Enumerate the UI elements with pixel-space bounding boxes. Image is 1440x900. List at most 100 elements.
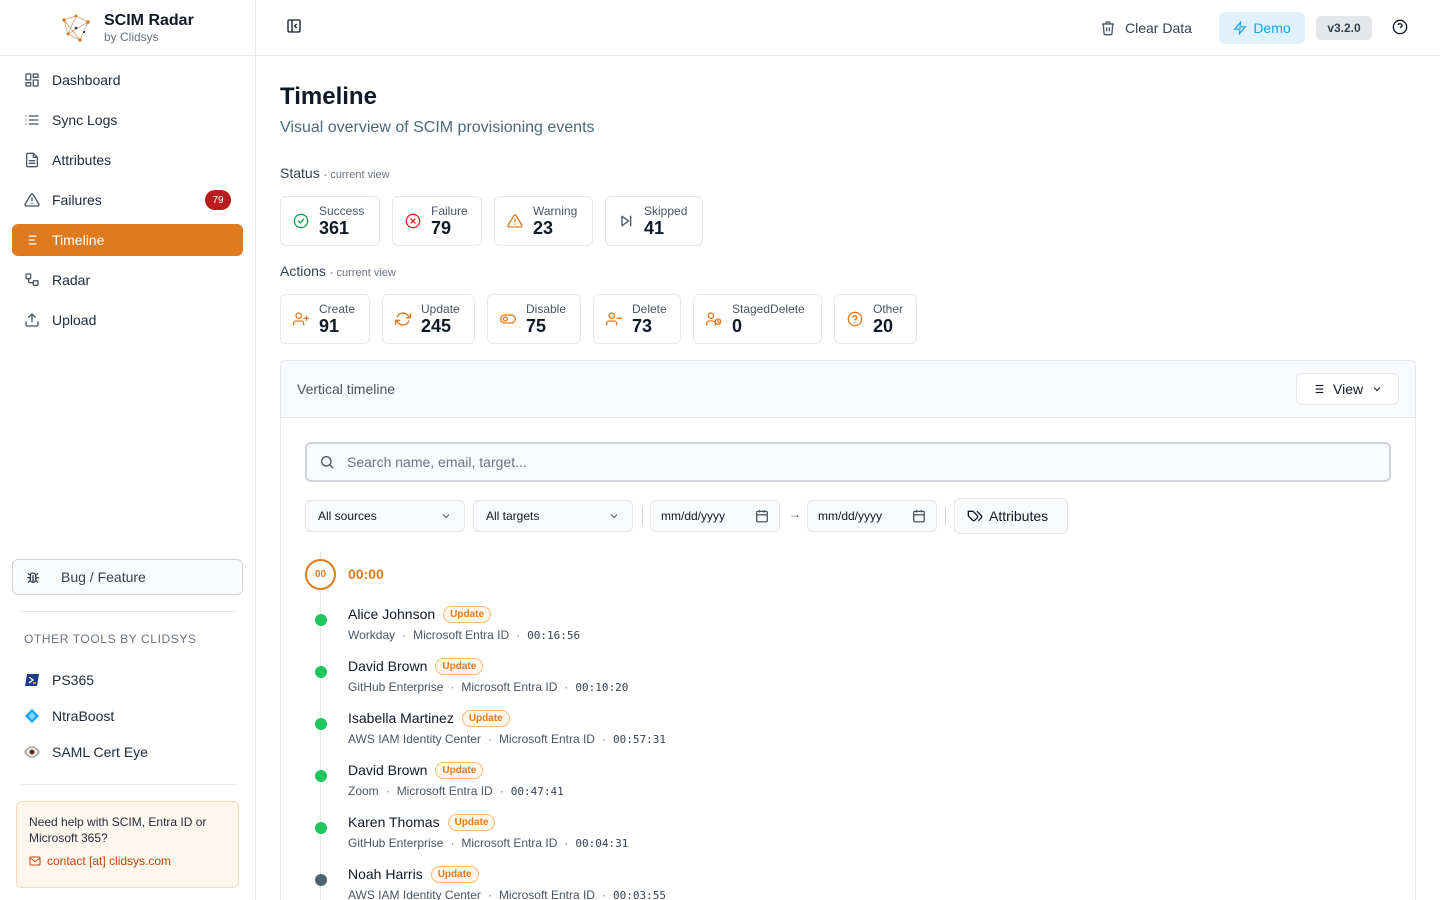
- chevron-down-icon: [442, 514, 450, 519]
- brand[interactable]: SCIM Radar by Clidsys: [0, 0, 255, 56]
- bug-feature-label: Bug / Feature: [61, 569, 146, 585]
- clear-data-button[interactable]: Clear Data: [1100, 16, 1192, 40]
- tool-link-ps365[interactable]: PS365: [24, 669, 94, 691]
- sidebar-item-dashboard[interactable]: Dashboard: [12, 64, 243, 96]
- sidebar-toggle-button[interactable]: [286, 18, 306, 38]
- chevron-down-icon: [610, 514, 618, 519]
- view-menu-button[interactable]: View: [1296, 373, 1399, 405]
- action-card-update[interactable]: Update 245: [382, 294, 475, 344]
- status-card-warning[interactable]: Warning 23: [494, 196, 593, 246]
- date-from-input[interactable]: mm/dd/yyyy: [650, 500, 780, 532]
- status-section-label: Status - current view: [280, 165, 390, 181]
- timeline-panel: Vertical timeline View All sources All t…: [280, 360, 1416, 900]
- sidebar-item-label: Dashboard: [52, 72, 121, 88]
- event-name: David Brown: [348, 762, 428, 778]
- sources-select[interactable]: All sources: [305, 500, 465, 532]
- timeline-event[interactable]: Isabella Martinez Update AWS IAM Identity…: [315, 708, 666, 752]
- stat-label: StagedDelete: [732, 302, 805, 316]
- help-circle-icon: [1392, 19, 1408, 35]
- status-dot: [315, 666, 327, 678]
- alert-triangle-icon: [507, 214, 523, 228]
- action-card-delete[interactable]: Delete 73: [593, 294, 681, 344]
- hour-marker: 00: [305, 559, 336, 590]
- status-card-success[interactable]: Success 361: [280, 196, 380, 246]
- bug-feature-button[interactable]: Bug / Feature: [12, 559, 243, 595]
- status-dot: [315, 770, 327, 782]
- tags-icon: [967, 510, 983, 522]
- panel-header: Vertical timeline View: [281, 361, 1415, 418]
- timeline-event[interactable]: Karen Thomas Update GitHub Enterprise · Mic…: [315, 812, 628, 856]
- stat-label: Warning: [533, 204, 578, 218]
- sidebar-item-label: Timeline: [52, 232, 105, 248]
- page-subtitle: Visual overview of SCIM provisioning eve…: [280, 119, 595, 136]
- tool-label: NtraBoost: [52, 708, 115, 724]
- alert-triangle-icon: [24, 193, 40, 207]
- date-range-arrow: →: [789, 507, 801, 521]
- date-to-placeholder: mm/dd/yyyy: [818, 509, 883, 523]
- sidebar-item-sync-logs[interactable]: Sync Logs: [12, 104, 243, 136]
- demo-button[interactable]: Demo: [1219, 12, 1305, 44]
- date-from-placeholder: mm/dd/yyyy: [661, 509, 726, 523]
- tool-link-ntraboost[interactable]: NtraBoost: [24, 705, 114, 727]
- targets-value: All targets: [486, 509, 540, 523]
- sidebar-item-failures[interactable]: Failures 79: [12, 184, 243, 216]
- event-name: Isabella Martinez: [348, 710, 454, 726]
- page-title: Timeline: [280, 83, 377, 110]
- powershell-icon: [24, 672, 40, 688]
- action-badge: Update: [435, 761, 484, 779]
- panel-left-icon: [287, 19, 301, 33]
- event-name: Alice Johnson: [348, 606, 436, 622]
- tool-link-saml-cert-eye[interactable]: SAML Cert Eye: [24, 741, 148, 763]
- event-time: 00:47:41: [510, 784, 564, 798]
- sidebar: SCIM Radar by Clidsys Dashboard Sync Log…: [0, 0, 256, 900]
- search-icon: [321, 456, 334, 469]
- sidebar-nav: Dashboard Sync Logs Attributes Failures …: [0, 56, 255, 352]
- action-card-disable[interactable]: Disable 75: [487, 294, 581, 344]
- event-target: Microsoft Entra ID: [413, 628, 510, 642]
- attributes-filter-button[interactable]: Attributes: [954, 498, 1068, 534]
- trash-icon: [1102, 21, 1114, 36]
- app-title: SCIM Radar: [104, 11, 194, 29]
- timeline-event[interactable]: Noah Harris Update AWS IAM Identity Cente…: [315, 864, 666, 900]
- upload-icon: [25, 313, 39, 327]
- timeline-icon: [28, 235, 37, 245]
- action-badge: Update: [443, 605, 492, 623]
- panel-title: Vertical timeline: [297, 381, 396, 397]
- stat-value: 91: [319, 316, 340, 336]
- status-card-failure[interactable]: Failure 79: [392, 196, 482, 246]
- timeline-event[interactable]: Alice Johnson Update Workday · Microsoft En…: [315, 604, 581, 648]
- sidebar-item-timeline[interactable]: Timeline: [12, 224, 243, 256]
- action-card-staged-delete[interactable]: StagedDelete 0: [693, 294, 822, 344]
- search-box[interactable]: [305, 442, 1391, 482]
- help-circle-icon: [847, 311, 863, 327]
- contact-link[interactable]: contact [at] clidsys.com: [29, 854, 226, 868]
- sidebar-item-upload[interactable]: Upload: [12, 304, 243, 336]
- stat-value: 20: [873, 316, 894, 336]
- sidebar-item-label: Radar: [52, 272, 91, 288]
- timeline-event[interactable]: David Brown Update Zoom · Microsoft Entra I…: [315, 760, 564, 804]
- stat-value: 73: [632, 316, 653, 336]
- sidebar-item-attributes[interactable]: Attributes: [12, 144, 243, 176]
- status-dot: [315, 874, 327, 886]
- sources-value: All sources: [318, 509, 377, 523]
- action-card-create[interactable]: Create 91: [280, 294, 370, 344]
- search-input[interactable]: [347, 454, 1347, 470]
- stat-label: Skipped: [644, 204, 688, 218]
- help-box: Need help with SCIM, Entra ID or Microso…: [16, 801, 239, 888]
- date-to-input[interactable]: mm/dd/yyyy: [807, 500, 937, 532]
- demo-label: Demo: [1253, 20, 1291, 36]
- stat-label: Failure: [431, 204, 468, 218]
- skip-forward-icon: [621, 215, 632, 227]
- sidebar-item-label: Failures: [52, 192, 102, 208]
- help-button[interactable]: [1392, 19, 1408, 35]
- status-label: Status: [280, 165, 320, 181]
- sidebar-item-radar[interactable]: Radar: [12, 264, 243, 296]
- timeline-event[interactable]: David Brown Update GitHub Enterprise · Micr…: [315, 656, 628, 700]
- event-target: Microsoft Entra ID: [461, 836, 558, 850]
- targets-select[interactable]: All targets: [473, 500, 633, 532]
- event-time: 00:16:56: [527, 628, 581, 642]
- calendar-icon: [913, 510, 925, 523]
- action-card-other[interactable]: Other 20: [834, 294, 917, 344]
- status-card-skipped[interactable]: Skipped 41: [605, 196, 703, 246]
- sidebar-item-label: Attributes: [52, 152, 112, 168]
